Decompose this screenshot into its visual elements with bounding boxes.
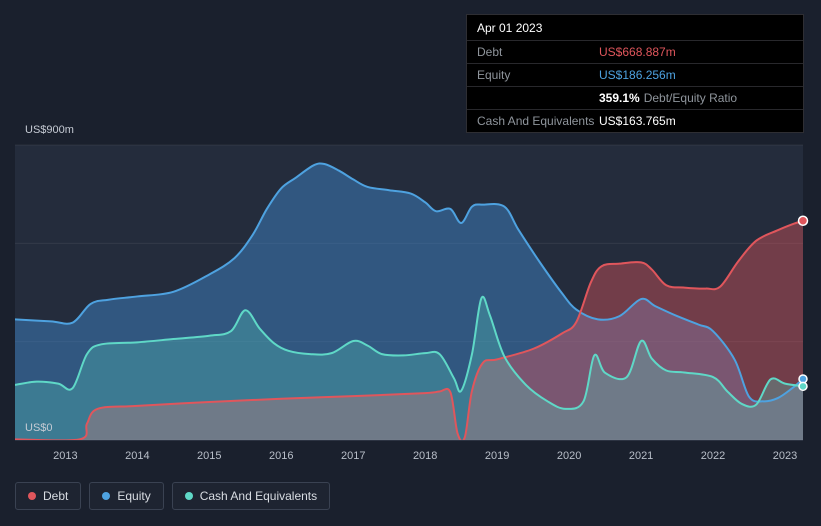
tooltip-ratio-label: Debt/Equity Ratio (643, 91, 738, 105)
x-axis-tick-label: 2020 (557, 450, 581, 462)
tooltip-cash-value: US$163.765m (599, 114, 676, 128)
debt-legend-dot-icon (28, 492, 36, 500)
x-axis-tick-label: 2019 (485, 450, 509, 462)
legend-item-equity[interactable]: Equity (89, 482, 164, 510)
equity-legend-dot-icon (102, 492, 111, 500)
legend-label: Equity (117, 489, 151, 503)
tooltip-cash-row: Cash And Equivalents US$163.765m (467, 109, 803, 132)
cash-and-equivalents-end-marker (798, 381, 808, 392)
x-axis-tick-label: 2013 (53, 450, 77, 462)
legend-label: Debt (43, 489, 69, 503)
x-axis-tick-label: 2015 (197, 450, 221, 462)
tooltip-debt-row: Debt US$668.887m (467, 40, 803, 63)
x-axis-tick-label: 2016 (269, 450, 293, 462)
debt-end-marker (797, 215, 809, 227)
tooltip-debt-label: Debt (477, 45, 503, 59)
tooltip-equity-row: Equity US$186.256m (467, 63, 803, 86)
x-axis-tick-label: 2023 (773, 450, 797, 462)
tooltip-date: Apr 01 2023 (477, 21, 543, 35)
tooltip-ratio-row: 359.1% Debt/Equity Ratio (467, 86, 803, 109)
x-axis-tick-label: 2021 (629, 450, 653, 462)
x-axis-tick-label: 2018 (413, 450, 437, 462)
cash-and-equivalents-legend-dot-icon (184, 492, 193, 500)
legend-item-cash-and-equivalents[interactable]: Cash And Equivalents (171, 482, 331, 510)
chart-tooltip: Apr 01 2023 Debt US$668.887m Equity US$1… (466, 14, 804, 133)
y-axis-min-label: US$0 (25, 422, 53, 434)
tooltip-cash-label: Cash And Equivalents (477, 114, 595, 128)
legend-label: Cash And Equivalents (199, 489, 318, 503)
tooltip-equity-label: Equity (477, 68, 511, 82)
tooltip-ratio-value: 359.1% (599, 91, 640, 105)
tooltip-debt-value: US$668.887m (599, 45, 676, 59)
legend-item-debt[interactable]: Debt (15, 482, 82, 510)
x-axis-tick-label: 2017 (341, 450, 365, 462)
tooltip-equity-value: US$186.256m (599, 68, 676, 82)
chart-legend: Debt Equity Cash And Equivalents (15, 482, 331, 510)
y-axis-max-label: US$900m (25, 124, 74, 136)
x-axis-tick-label: 2014 (125, 450, 149, 462)
x-axis-tick-label: 2022 (701, 450, 725, 462)
